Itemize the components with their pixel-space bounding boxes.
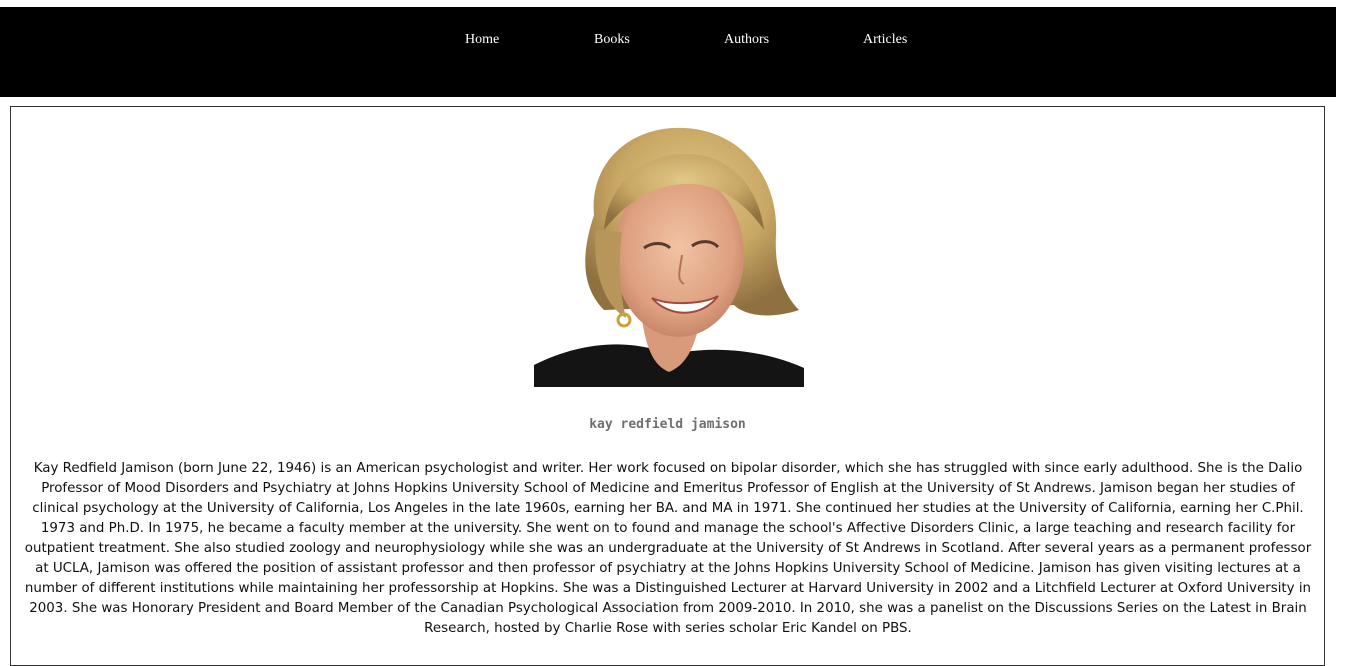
author-name-caption: kay redfield jamison: [589, 417, 746, 432]
author-photo: [534, 120, 804, 387]
nav-home-link[interactable]: Home: [465, 32, 499, 48]
main-nav: Home Books Authors Articles: [0, 32, 1336, 52]
nav-authors-link[interactable]: Authors: [724, 32, 769, 48]
nav-articles-link[interactable]: Articles: [863, 32, 907, 48]
author-profile-panel: kay redfield jamison Kay Redfield Jamiso…: [10, 106, 1325, 666]
author-portrait-illustration: [534, 120, 804, 387]
nav-books-link[interactable]: Books: [594, 32, 630, 48]
author-biography: Kay Redfield Jamison (born June 22, 1946…: [24, 461, 1312, 636]
top-navigation-bar: Home Books Authors Articles: [0, 7, 1336, 97]
